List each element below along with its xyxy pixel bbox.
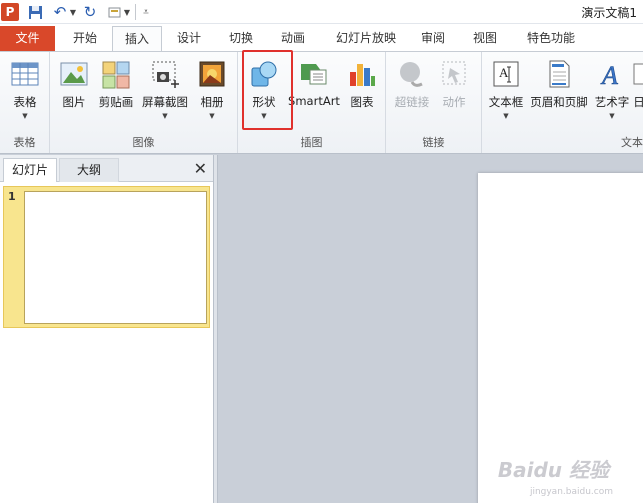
tab-slides[interactable]: 幻灯片 [3, 158, 57, 182]
header-footer-icon [543, 58, 575, 90]
wordart-button[interactable]: A 艺术字 ▼ [592, 56, 632, 122]
textbox-icon: A [490, 58, 522, 90]
clipart-button[interactable]: 剪贴画 [96, 56, 136, 122]
watermark-url: jingyan.baidu.com [529, 487, 613, 497]
powerpoint-logo-icon[interactable]: P [1, 3, 19, 21]
ribbon-tabs: 文件 开始 插入 设计 切换 动画 幻灯片放映 审阅 视图 特色功能 [0, 24, 643, 52]
action-icon [438, 58, 470, 90]
quick-access-toolbar: P ↶ ▼ ↻ ▼ ⩡ 演示文稿1 [0, 0, 643, 24]
header-footer-button[interactable]: 页眉和页脚 [528, 56, 590, 122]
tab-file[interactable]: 文件 [0, 26, 55, 52]
table-icon [9, 58, 41, 90]
screenshot-button[interactable]: 屏幕截图 ▼ [140, 56, 190, 122]
hyperlink-button[interactable]: 超链接 [392, 56, 432, 122]
tab-special[interactable]: 特色功能 [516, 26, 586, 52]
tab-animations[interactable]: 动画 [270, 26, 316, 52]
picture-button[interactable]: 图片 [56, 56, 92, 122]
photo-album-button[interactable]: 相册 ▼ [194, 56, 230, 122]
group-label-text: 文本 [621, 136, 643, 149]
group-text: A 文本框 ▼ 页眉和页脚 A 艺术字 ▼ 日 文本 [482, 52, 643, 153]
group-label-illustrations: 插图 [300, 136, 323, 149]
table-label: 表格 [13, 95, 37, 109]
clipart-label: 剪贴画 [98, 95, 134, 109]
hyperlink-label: 超链接 [394, 95, 430, 109]
save-icon[interactable] [27, 3, 43, 21]
tab-slideshow[interactable]: 幻灯片放映 [326, 26, 406, 52]
textbox-label: 文本框 [488, 95, 524, 109]
action-label: 动作 [442, 95, 466, 109]
chevron-down-icon: ▼ [22, 112, 28, 120]
photo-album-icon [196, 58, 228, 90]
tab-transitions[interactable]: 切换 [218, 26, 264, 52]
chevron-down-icon: ▼ [503, 112, 509, 120]
tab-outline[interactable]: 大纲 [59, 158, 119, 182]
group-label-links: 链接 [422, 136, 445, 149]
wordart-label: 艺术字 [594, 95, 630, 109]
pane-tabs: 幻灯片 大纲 ✕ [0, 155, 213, 182]
chevron-down-icon: ▼ [209, 112, 215, 120]
toolbar-divider [135, 4, 136, 20]
table-button[interactable]: 表格 ▼ [4, 56, 46, 122]
slide-workspace [218, 155, 643, 503]
smartart-icon [298, 58, 330, 90]
slides-pane: 幻灯片 大纲 ✕ 1 [0, 155, 213, 503]
date-button[interactable]: 日 [632, 56, 643, 122]
group-label-images: 图像 [132, 136, 155, 149]
svg-text:A: A [600, 61, 618, 90]
wordart-icon: A [596, 58, 628, 91]
chevron-down-icon: ▼ [162, 112, 168, 120]
picture-icon [58, 58, 90, 90]
new-slide-icon[interactable] [106, 3, 122, 21]
customize-toolbar-icon[interactable]: ⩡ [140, 3, 152, 21]
undo-dropdown-icon[interactable]: ▼ [69, 3, 77, 21]
smartart-button[interactable]: SmartArt [286, 56, 342, 122]
smartart-label: SmartArt [288, 94, 340, 108]
chart-icon [346, 58, 378, 90]
slide-number: 1 [8, 190, 16, 203]
chart-label: 图表 [350, 95, 374, 109]
document-title: 演示文稿1 [581, 6, 637, 20]
watermark-text: Baidu 经验 [497, 458, 609, 482]
screenshot-label: 屏幕截图 [142, 95, 188, 109]
action-button[interactable]: 动作 [436, 56, 472, 122]
date-label: 日 [633, 95, 643, 109]
group-tables: 表格 ▼ 表格 [0, 52, 50, 153]
redo-icon[interactable]: ↻ [82, 3, 98, 21]
close-icon[interactable]: ✕ [194, 159, 207, 178]
slide-thumbnail-selected[interactable]: 1 [3, 186, 210, 328]
slide-thumbnail[interactable] [24, 191, 207, 324]
tab-review[interactable]: 审阅 [412, 26, 454, 52]
screenshot-icon [149, 58, 181, 90]
ribbon-insert: 表格 ▼ 表格 图片 剪贴画 屏幕截图 ▼ 相册 ▼ 图像 形状 ▼ Smart… [0, 51, 643, 154]
clipart-icon [100, 58, 132, 90]
shapes-highlight-box [242, 50, 293, 130]
new-dropdown-icon[interactable]: ▼ [123, 3, 131, 21]
photo-album-label: 相册 [200, 95, 224, 109]
picture-label: 图片 [62, 95, 86, 109]
chevron-down-icon: ▼ [609, 112, 615, 120]
date-icon [632, 58, 643, 90]
hyperlink-icon [396, 58, 428, 90]
tab-insert[interactable]: 插入 [112, 26, 162, 52]
group-links: 超链接 动作 链接 [386, 52, 482, 153]
group-images: 图片 剪贴画 屏幕截图 ▼ 相册 ▼ 图像 [50, 52, 238, 153]
undo-icon[interactable]: ↶ [52, 3, 68, 21]
tab-home[interactable]: 开始 [60, 26, 110, 52]
group-label-tables: 表格 [13, 136, 36, 149]
tab-design[interactable]: 设计 [166, 26, 212, 52]
header-footer-label: 页眉和页脚 [530, 95, 588, 109]
tab-view[interactable]: 视图 [464, 26, 506, 52]
textbox-button[interactable]: A 文本框 ▼ [484, 56, 528, 122]
chart-button[interactable]: 图表 [344, 56, 380, 122]
